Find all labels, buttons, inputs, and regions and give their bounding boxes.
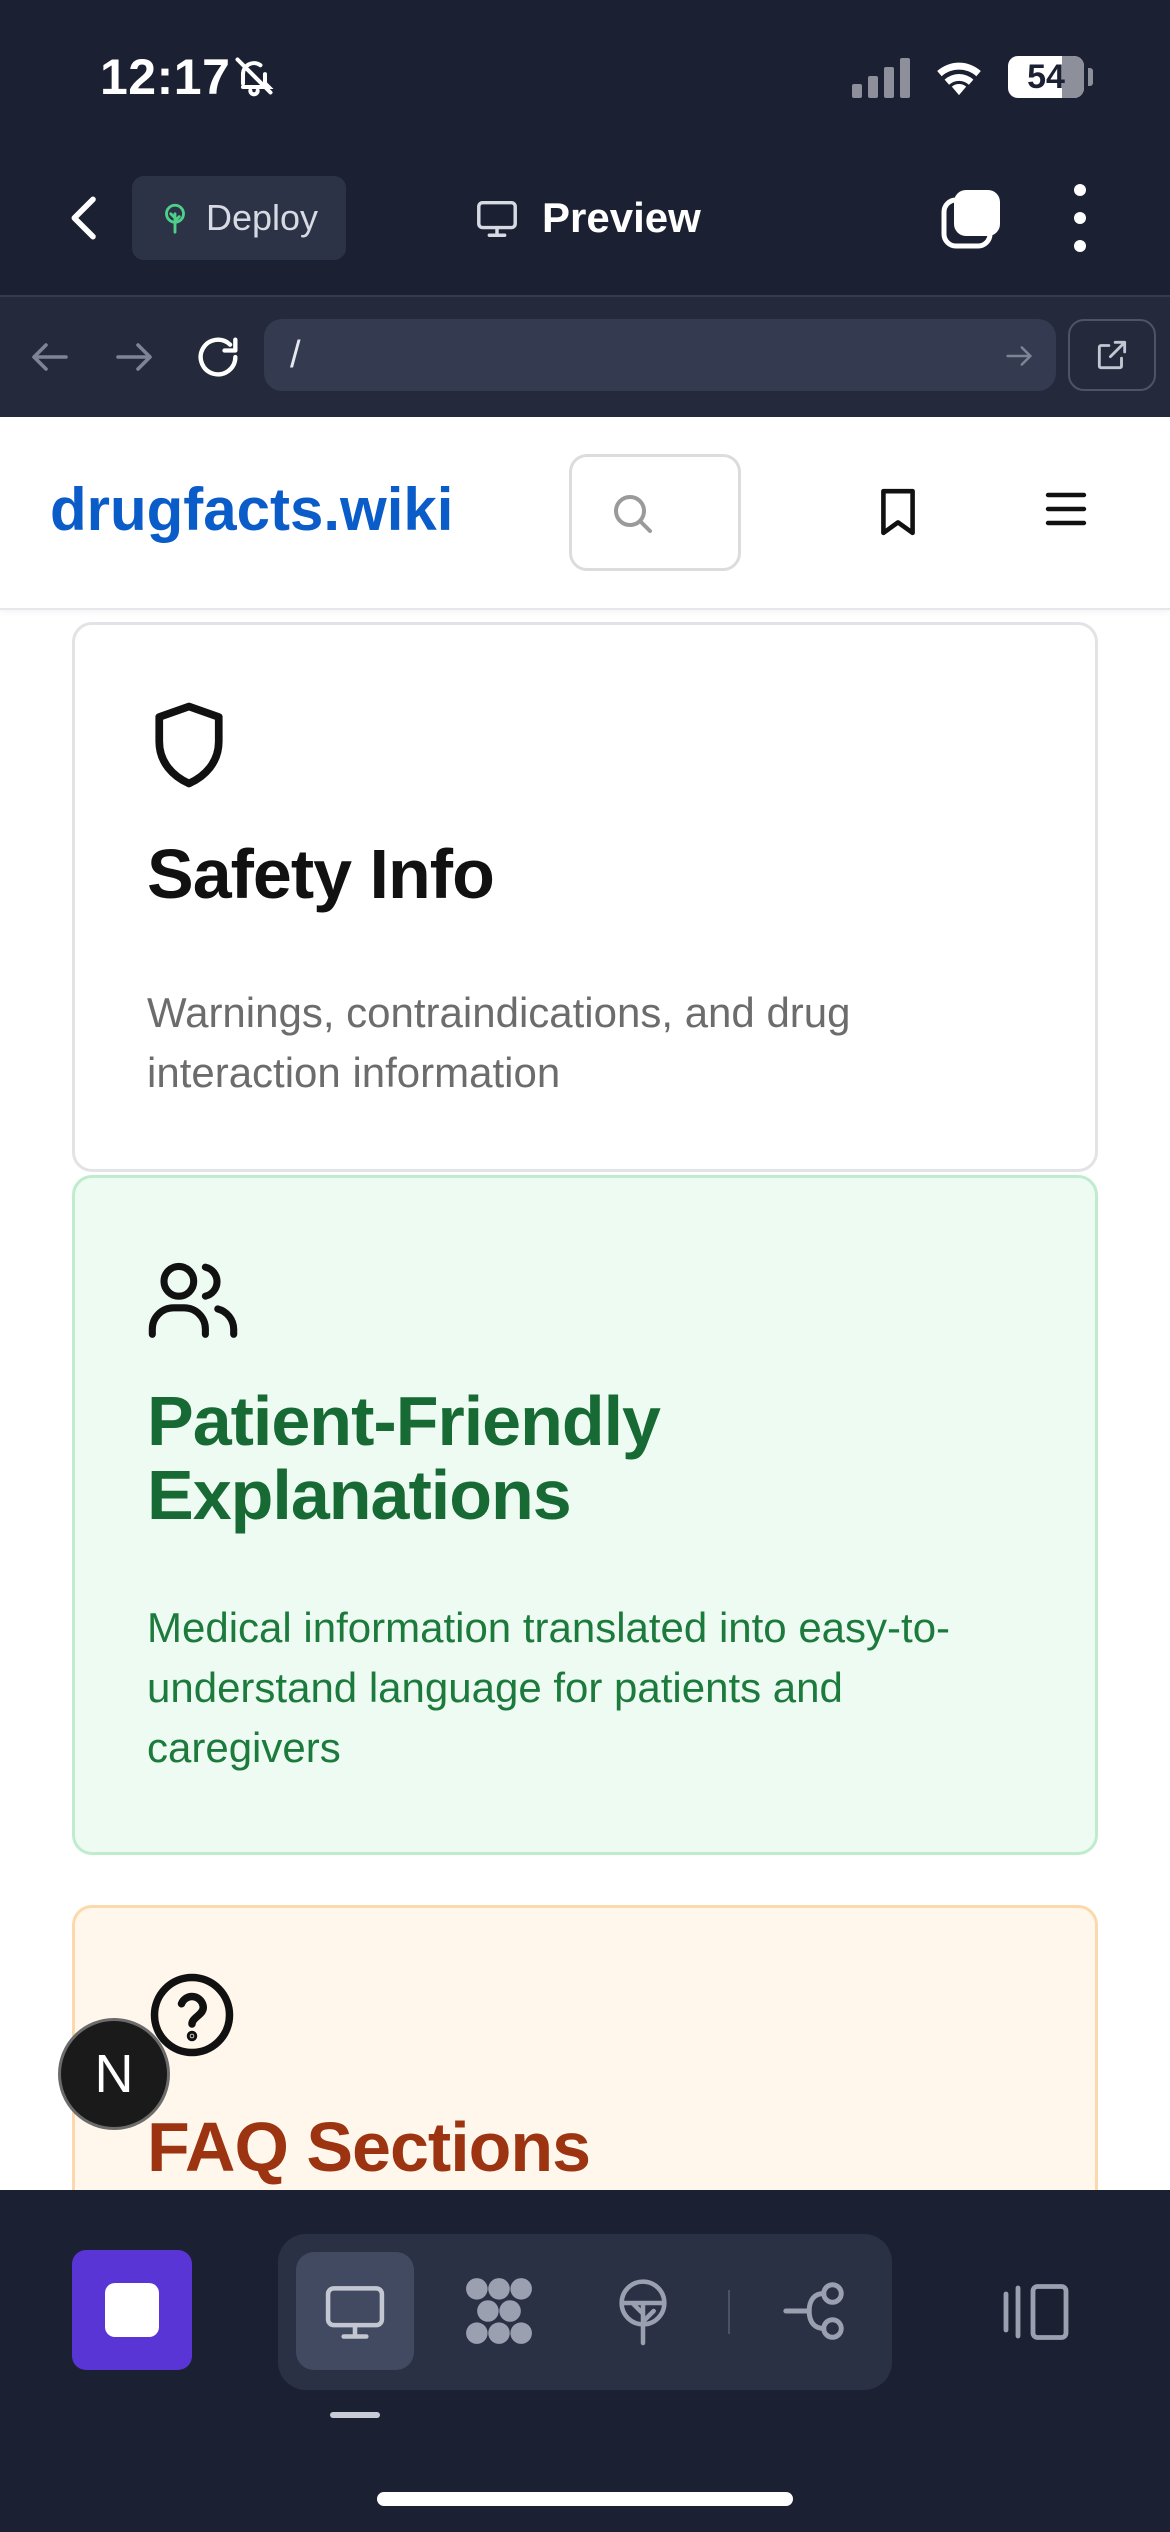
home-indicator — [377, 2492, 793, 2506]
url-text: / — [290, 334, 301, 376]
go-arrow-icon[interactable] — [1002, 339, 1036, 373]
workflow-icon — [783, 2282, 844, 2340]
feature-card-safety[interactable]: Safety Info Warnings, contraindications,… — [72, 622, 1098, 1172]
card-description: Warnings, contraindications, and drug in… — [147, 989, 851, 1096]
active-mode-indicator — [330, 2412, 380, 2418]
grid-blobs-icon — [466, 2278, 532, 2344]
wifi-icon — [937, 62, 981, 96]
stop-square-icon — [105, 2283, 159, 2337]
mode-workflow-button[interactable] — [756, 2252, 874, 2370]
card-title: FAQ Sections — [147, 2108, 591, 2186]
url-input[interactable]: / — [264, 319, 1056, 391]
monitor-icon — [477, 200, 517, 237]
site-logo[interactable]: drugfacts.wiki — [50, 475, 453, 544]
feature-card-patient-friendly[interactable]: Patient-Friendly Explanations Medical in… — [72, 1175, 1098, 1855]
arrow-right-icon[interactable] — [110, 333, 158, 381]
page-viewport: Safety Info Warnings, contraindications,… — [0, 417, 1170, 2190]
preview-label: Preview — [542, 194, 701, 241]
battery-tip — [1088, 68, 1093, 86]
open-external-button[interactable] — [1068, 319, 1156, 391]
users-icon — [148, 1262, 238, 1338]
search-button[interactable] — [569, 454, 741, 571]
cellular-signal-icon — [852, 58, 910, 98]
reload-icon[interactable] — [192, 331, 244, 383]
stop-button[interactable] — [72, 2250, 192, 2370]
arrow-left-icon[interactable] — [26, 333, 74, 381]
card-title: Patient-Friendly Explanations — [147, 1382, 661, 1534]
tabs-icon[interactable] — [940, 184, 1006, 250]
bell-muted-icon — [235, 57, 274, 97]
battery-indicator: 54 — [1008, 56, 1084, 98]
deploy-label: Deploy — [206, 197, 319, 238]
mode-canvas-button[interactable] — [440, 2252, 558, 2370]
battery-level: 54 — [1027, 58, 1065, 96]
nextjs-label: N — [94, 2044, 134, 2104]
status-bar: 12:17 54 — [0, 0, 1170, 150]
external-link-icon — [1097, 340, 1127, 370]
mode-divider — [728, 2290, 730, 2334]
status-time: 12:17 — [100, 49, 231, 105]
site-header: drugfacts.wiki — [0, 417, 1170, 610]
nextjs-dev-indicator[interactable]: N — [58, 2018, 170, 2130]
card-description: Medical information translated into easy… — [147, 1604, 951, 1771]
monitor-icon — [325, 2286, 385, 2339]
mode-preview-button[interactable] — [296, 2252, 414, 2370]
app-topbar: Deploy Preview — [0, 150, 1170, 295]
bottom-toolbar — [0, 2190, 1170, 2532]
layout-panels-icon[interactable] — [1000, 2282, 1072, 2342]
shield-icon — [155, 702, 223, 788]
mode-deploy-button[interactable] — [584, 2252, 702, 2370]
card-title: Safety Info — [147, 835, 495, 913]
search-icon — [614, 494, 652, 533]
feature-card-faq[interactable]: FAQ Sections — [72, 1905, 1098, 2190]
mode-switcher — [278, 2234, 892, 2390]
preview-title: Preview — [474, 186, 701, 250]
browser-urlbar: / — [0, 295, 1170, 417]
hamburger-menu-icon[interactable] — [1044, 489, 1088, 529]
deploy-button[interactable]: Deploy — [132, 176, 346, 260]
bookmark-icon[interactable] — [876, 487, 920, 537]
deploy-tree-icon — [619, 2279, 667, 2346]
deploy-tree-icon — [165, 203, 185, 234]
back-chevron-icon[interactable] — [58, 190, 114, 246]
more-vertical-icon[interactable] — [1060, 180, 1100, 256]
